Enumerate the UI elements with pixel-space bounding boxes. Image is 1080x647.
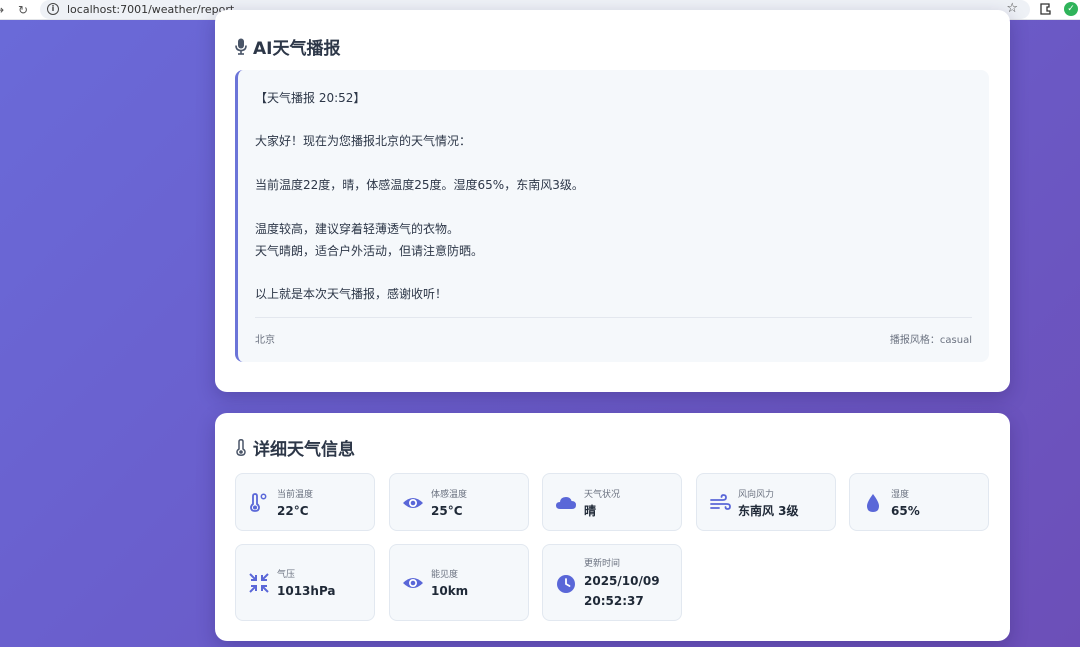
eye-icon	[403, 498, 423, 508]
broadcast-line: 温度较高，建议穿着轻薄透气的衣物。	[255, 222, 460, 236]
detail-tile-humidity: 湿度 65%	[849, 473, 989, 531]
eye-icon	[403, 578, 423, 588]
thermometer-icon	[236, 439, 246, 456]
broadcast-content-box: 【天气播报 20:52】 大家好！现在为您播报北京的天气情况： 当前温度22度，…	[235, 70, 989, 362]
weather-details-title: 详细天气信息	[235, 435, 355, 460]
broadcast-style: 播报风格：casual	[889, 335, 972, 346]
wind-icon	[710, 494, 731, 510]
broadcast-line: 当前温度22度，晴，体感温度25度。湿度65%，东南风3级。	[255, 178, 584, 192]
detail-value-date: 2025/10/09	[584, 574, 660, 588]
detail-label: 能见度	[431, 570, 459, 580]
weather-details-heading: 详细天气信息	[253, 440, 355, 460]
detail-tile-visibility: 能见度 10km	[389, 544, 529, 621]
detail-value: 22°C	[277, 504, 309, 518]
detail-tile-current-temp: 当前温度 22°C	[235, 473, 375, 531]
detail-value: 晴	[584, 504, 597, 518]
detail-value: 东南风 3级	[738, 504, 799, 518]
detail-value-time: 20:52:37	[584, 594, 644, 608]
ai-broadcast-heading: AI天气播报	[253, 39, 341, 59]
detail-value: 25°C	[431, 504, 463, 518]
detail-tile-condition: 天气状况 晴	[542, 473, 682, 531]
extension-check-icon[interactable]: ✓	[1064, 2, 1078, 16]
url-text[interactable]: localhost:7001/weather/report	[67, 2, 234, 17]
extension-icon[interactable]	[1040, 3, 1051, 15]
detail-label: 体感温度	[431, 490, 468, 500]
compress-icon	[249, 573, 269, 593]
detail-tile-wind: 风向风力 东南风 3级	[696, 473, 836, 531]
detail-label: 天气状况	[584, 490, 621, 500]
detail-label: 更新时间	[584, 559, 621, 569]
detail-value: 10km	[431, 584, 469, 598]
site-info-icon[interactable]: i	[47, 3, 59, 15]
thermometer-icon	[250, 493, 267, 512]
detail-tile-feels-like: 体感温度 25°C	[389, 473, 529, 531]
reload-icon[interactable]: ↻	[18, 2, 28, 18]
ai-broadcast-card: AI天气播报 【天气播报 20:52】 大家好！现在为您播报北京的天气情况： 当…	[215, 10, 1010, 392]
broadcast-line: 【天气播报 20:52】	[255, 91, 366, 105]
droplet-icon	[867, 494, 879, 512]
cloud-icon	[556, 497, 576, 509]
back-icon[interactable]: →	[0, 2, 4, 18]
detail-label: 湿度	[891, 490, 910, 500]
page-background: AI天气播报 【天气播报 20:52】 大家好！现在为您播报北京的天气情况： 当…	[0, 10, 1080, 647]
broadcast-line: 以上就是本次天气播报，感谢收听！	[255, 287, 448, 301]
detail-label: 风向风力	[738, 490, 775, 500]
broadcast-city: 北京	[255, 335, 275, 346]
detail-value: 1013hPa	[277, 584, 336, 598]
ai-broadcast-title: AI天气播报	[235, 34, 340, 59]
detail-label: 气压	[277, 570, 296, 580]
microphone-icon	[235, 38, 247, 55]
detail-tile-updated: 更新时间 2025/10/09 20:52:37	[542, 544, 682, 621]
weather-details-card: 详细天气信息 当前温度 22°C 体感温度 25°C 天气状况 晴 风向风力 东…	[215, 413, 1010, 641]
detail-label: 当前温度	[277, 490, 314, 500]
detail-value: 65%	[891, 504, 920, 518]
broadcast-divider	[255, 317, 972, 318]
clock-icon	[557, 575, 575, 593]
detail-tile-pressure: 气压 1013hPa	[235, 544, 375, 621]
broadcast-line: 天气晴朗，适合户外活动，但请注意防晒。	[255, 244, 484, 258]
broadcast-line: 大家好！现在为您播报北京的天气情况：	[255, 134, 472, 148]
